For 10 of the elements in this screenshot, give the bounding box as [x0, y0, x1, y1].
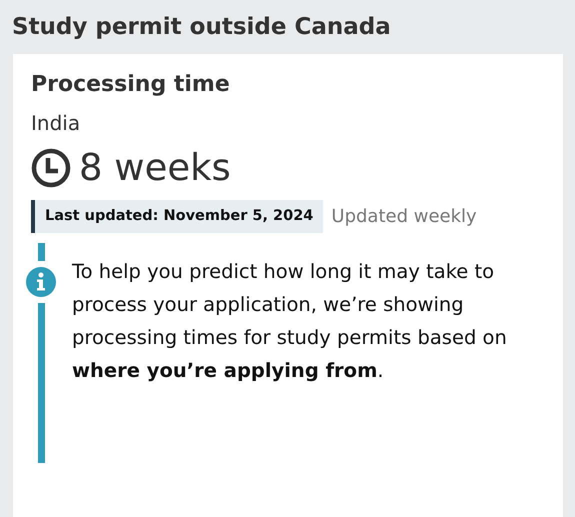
clock-icon [31, 148, 71, 188]
info-icon [26, 267, 56, 297]
page-title: Study permit outside Canada [12, 13, 392, 42]
accent-bar [38, 243, 44, 261]
last-updated-label: Last updated: November 5, 2024 [31, 200, 324, 233]
update-frequency: Updated weekly [331, 206, 477, 227]
processing-duration: 8 weeks [79, 145, 231, 191]
card-heading: Processing time [31, 71, 230, 99]
info-message: To help you predict how long it may take to process your application, we’re showing processing times for study permits based on where you’re applying from. [72, 259, 508, 384]
country-label: India [31, 110, 82, 137]
